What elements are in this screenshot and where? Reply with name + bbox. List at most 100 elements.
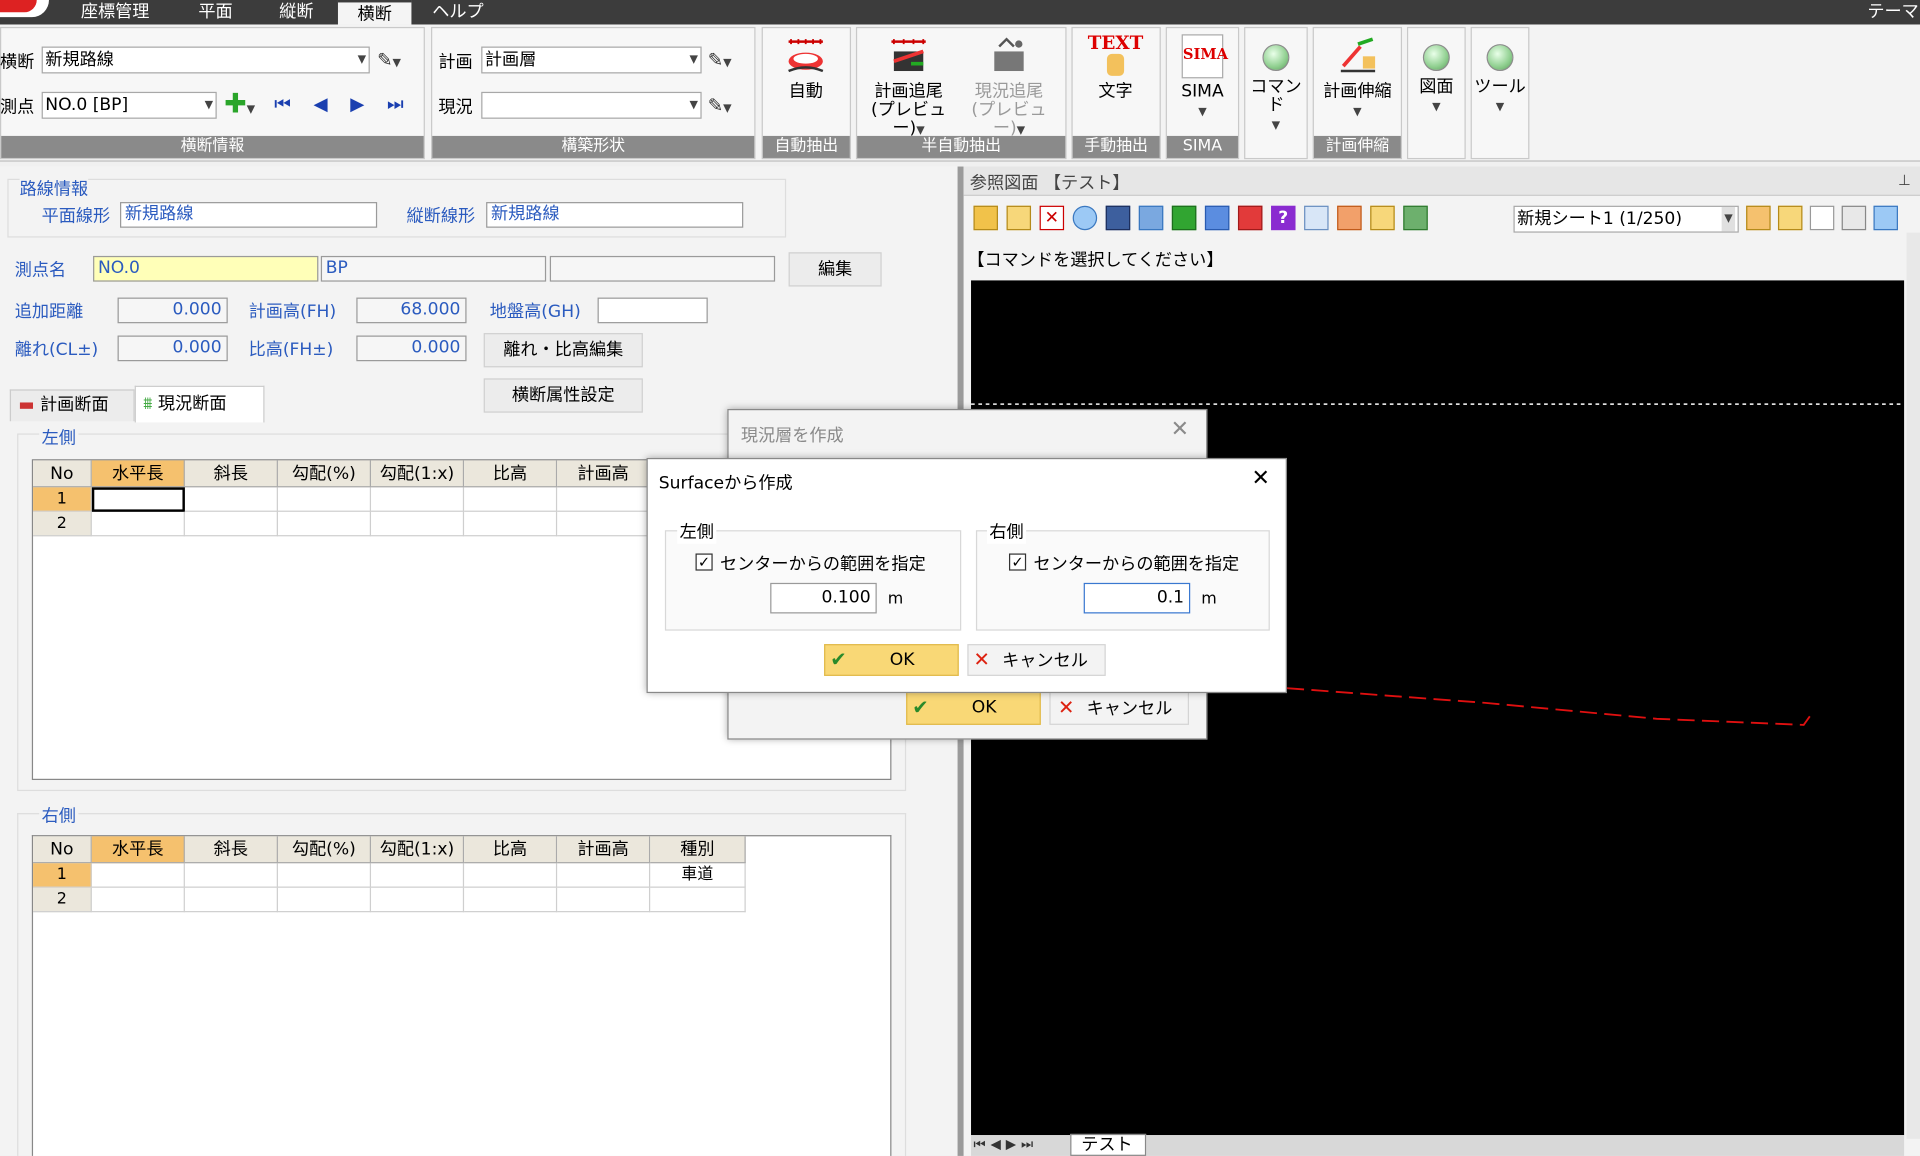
row-number[interactable]: 1 bbox=[33, 863, 92, 888]
table-cell[interactable] bbox=[277, 863, 372, 888]
ok-button[interactable]: ✔ OK bbox=[824, 644, 959, 676]
property-icon[interactable] bbox=[1746, 205, 1771, 231]
refresh-icon[interactable] bbox=[1072, 205, 1098, 231]
table-cell[interactable] bbox=[557, 887, 651, 913]
sheet-tab[interactable]: テスト bbox=[1070, 1133, 1147, 1156]
close-icon[interactable]: ✕ bbox=[1039, 205, 1065, 231]
prev-icon[interactable]: ◀ bbox=[313, 93, 327, 115]
table-cell[interactable] bbox=[464, 863, 558, 888]
tab-plan-section[interactable]: ▬ 計画断面 bbox=[9, 389, 135, 422]
table-cell[interactable] bbox=[184, 511, 278, 537]
table-cell[interactable] bbox=[557, 863, 651, 888]
tool-button[interactable]: ツール ▼ bbox=[1471, 34, 1530, 117]
right-range-input[interactable]: 0.1 bbox=[1083, 582, 1191, 614]
sheet-select[interactable]: 新規シート1 (1/250) ▼ bbox=[1513, 205, 1739, 233]
table-cell[interactable] bbox=[184, 887, 278, 913]
add-icon[interactable]: ✚▼ bbox=[224, 89, 255, 120]
tab-current-section[interactable]: ⩩ 現況断面 bbox=[134, 385, 265, 423]
table-cell[interactable] bbox=[184, 863, 278, 888]
window-icon[interactable] bbox=[1873, 205, 1898, 231]
column-header[interactable]: 比高 bbox=[464, 836, 558, 864]
table-cell[interactable] bbox=[464, 487, 558, 512]
pencil-icon[interactable]: ✎▼ bbox=[708, 94, 732, 116]
column-header[interactable]: 斜長 bbox=[184, 460, 278, 488]
open-icon[interactable] bbox=[973, 205, 998, 231]
station-name-field-2[interactable]: BP bbox=[320, 255, 547, 282]
column-header[interactable]: 水平長 bbox=[91, 460, 185, 488]
column-header[interactable]: 勾配(%) bbox=[277, 836, 372, 864]
link-icon[interactable] bbox=[1337, 205, 1362, 231]
table-cell[interactable] bbox=[277, 511, 372, 537]
table-cell[interactable] bbox=[184, 487, 278, 512]
row-number[interactable]: 1 bbox=[33, 487, 92, 512]
sima-button[interactable]: SIMA SIMA ▼ bbox=[1167, 34, 1238, 122]
column-header[interactable]: 斜長 bbox=[184, 836, 278, 864]
menu-cross[interactable]: 横断 bbox=[337, 0, 412, 24]
stretch-button[interactable]: 計画伸縮 ▼ bbox=[1315, 34, 1399, 122]
column-header[interactable]: 計画高 bbox=[557, 836, 651, 864]
measure-icon[interactable] bbox=[1304, 205, 1329, 231]
sheet-nav-icons[interactable]: ⏮◀▶⏭ bbox=[973, 1136, 1038, 1153]
last-icon[interactable]: ⏭ bbox=[387, 93, 404, 115]
menu-plan[interactable]: 平面 bbox=[181, 0, 250, 24]
line-icon[interactable] bbox=[1171, 205, 1197, 231]
table-cell[interactable] bbox=[464, 887, 558, 913]
layer-icon[interactable] bbox=[1403, 205, 1428, 231]
print-icon[interactable] bbox=[1138, 205, 1164, 231]
plan-height-field[interactable]: 68.000 bbox=[356, 297, 467, 324]
table-cell[interactable] bbox=[371, 863, 465, 888]
table-cell[interactable] bbox=[371, 487, 465, 512]
pencil-icon[interactable]: ✎▼ bbox=[708, 49, 732, 71]
auto-button[interactable]: 自動 bbox=[765, 34, 846, 101]
column-header[interactable]: 種別 bbox=[650, 836, 746, 864]
menu-coord[interactable]: 座標管理 bbox=[61, 0, 169, 24]
plan-shape-field[interactable]: 新規路線 bbox=[120, 202, 378, 228]
table-cell[interactable]: 車道 bbox=[650, 863, 746, 888]
table-cell[interactable] bbox=[557, 487, 651, 512]
back-ok-button[interactable]: ✔ OK bbox=[906, 690, 1041, 725]
cancel-button[interactable]: ✕ キャンセル bbox=[967, 644, 1106, 676]
cross-attribute-button[interactable]: 横断属性設定 bbox=[483, 378, 643, 413]
column-header[interactable]: 勾配(%) bbox=[277, 460, 372, 488]
table-cell[interactable] bbox=[650, 887, 746, 913]
table-cell[interactable] bbox=[277, 487, 372, 512]
text-button[interactable]: TEXT 文字 bbox=[1075, 34, 1156, 101]
plan-select[interactable]: 計画層 ▼ bbox=[481, 46, 702, 74]
help-icon[interactable]: ? bbox=[1271, 205, 1296, 231]
page-icon[interactable] bbox=[1809, 205, 1835, 231]
left-range-checkbox[interactable]: ✓ bbox=[695, 553, 713, 571]
station-name-field[interactable]: NO.0 bbox=[93, 255, 319, 282]
profile-shape-field[interactable]: 新規路線 bbox=[486, 202, 744, 228]
drawing-button[interactable]: 図面 ▼ bbox=[1407, 34, 1466, 117]
edit-button[interactable]: 編集 bbox=[788, 252, 882, 287]
add-distance-field[interactable]: 0.000 bbox=[117, 297, 228, 324]
menu-theme[interactable]: テーマ bbox=[1866, 0, 1920, 24]
column-header[interactable]: 勾配(1:x) bbox=[371, 460, 465, 488]
close-icon[interactable]: ✕ bbox=[1251, 465, 1269, 491]
menu-help[interactable]: ヘルプ bbox=[421, 0, 494, 24]
station-select[interactable]: NO.0 [BP] ▼ bbox=[41, 91, 217, 119]
first-icon[interactable]: ⏮ bbox=[274, 93, 291, 115]
station-name-field-3[interactable] bbox=[549, 255, 776, 282]
column-header[interactable]: 勾配(1:x) bbox=[371, 836, 465, 864]
table-cell[interactable] bbox=[371, 887, 465, 913]
offset-field[interactable]: 0.000 bbox=[117, 335, 228, 362]
export-icon[interactable] bbox=[1370, 205, 1395, 231]
back-cancel-button[interactable]: ✕ キャンセル bbox=[1049, 690, 1189, 725]
save-icon[interactable] bbox=[1105, 205, 1131, 231]
table-cell[interactable] bbox=[557, 511, 651, 537]
relative-height-field[interactable]: 0.000 bbox=[356, 335, 467, 362]
offset-height-edit-button[interactable]: 離れ・比高編集 bbox=[483, 333, 643, 368]
table-cell[interactable] bbox=[91, 487, 185, 512]
current-follow-button[interactable]: 現況追尾 (プレビュー)▼ bbox=[960, 34, 1058, 141]
import-icon[interactable] bbox=[1006, 205, 1032, 231]
table-cell[interactable] bbox=[91, 511, 185, 537]
pencil-icon[interactable]: ✎▼ bbox=[377, 49, 401, 71]
eraser-icon[interactable] bbox=[1777, 205, 1803, 231]
close-icon[interactable]: ✕ bbox=[1171, 416, 1189, 442]
sheet-icon[interactable] bbox=[1841, 205, 1867, 231]
column-header[interactable]: 計画高 bbox=[557, 460, 651, 488]
current-select[interactable]: ▼ bbox=[481, 91, 702, 119]
table-cell[interactable] bbox=[91, 863, 185, 888]
left-range-input[interactable]: 0.100 bbox=[770, 582, 877, 614]
